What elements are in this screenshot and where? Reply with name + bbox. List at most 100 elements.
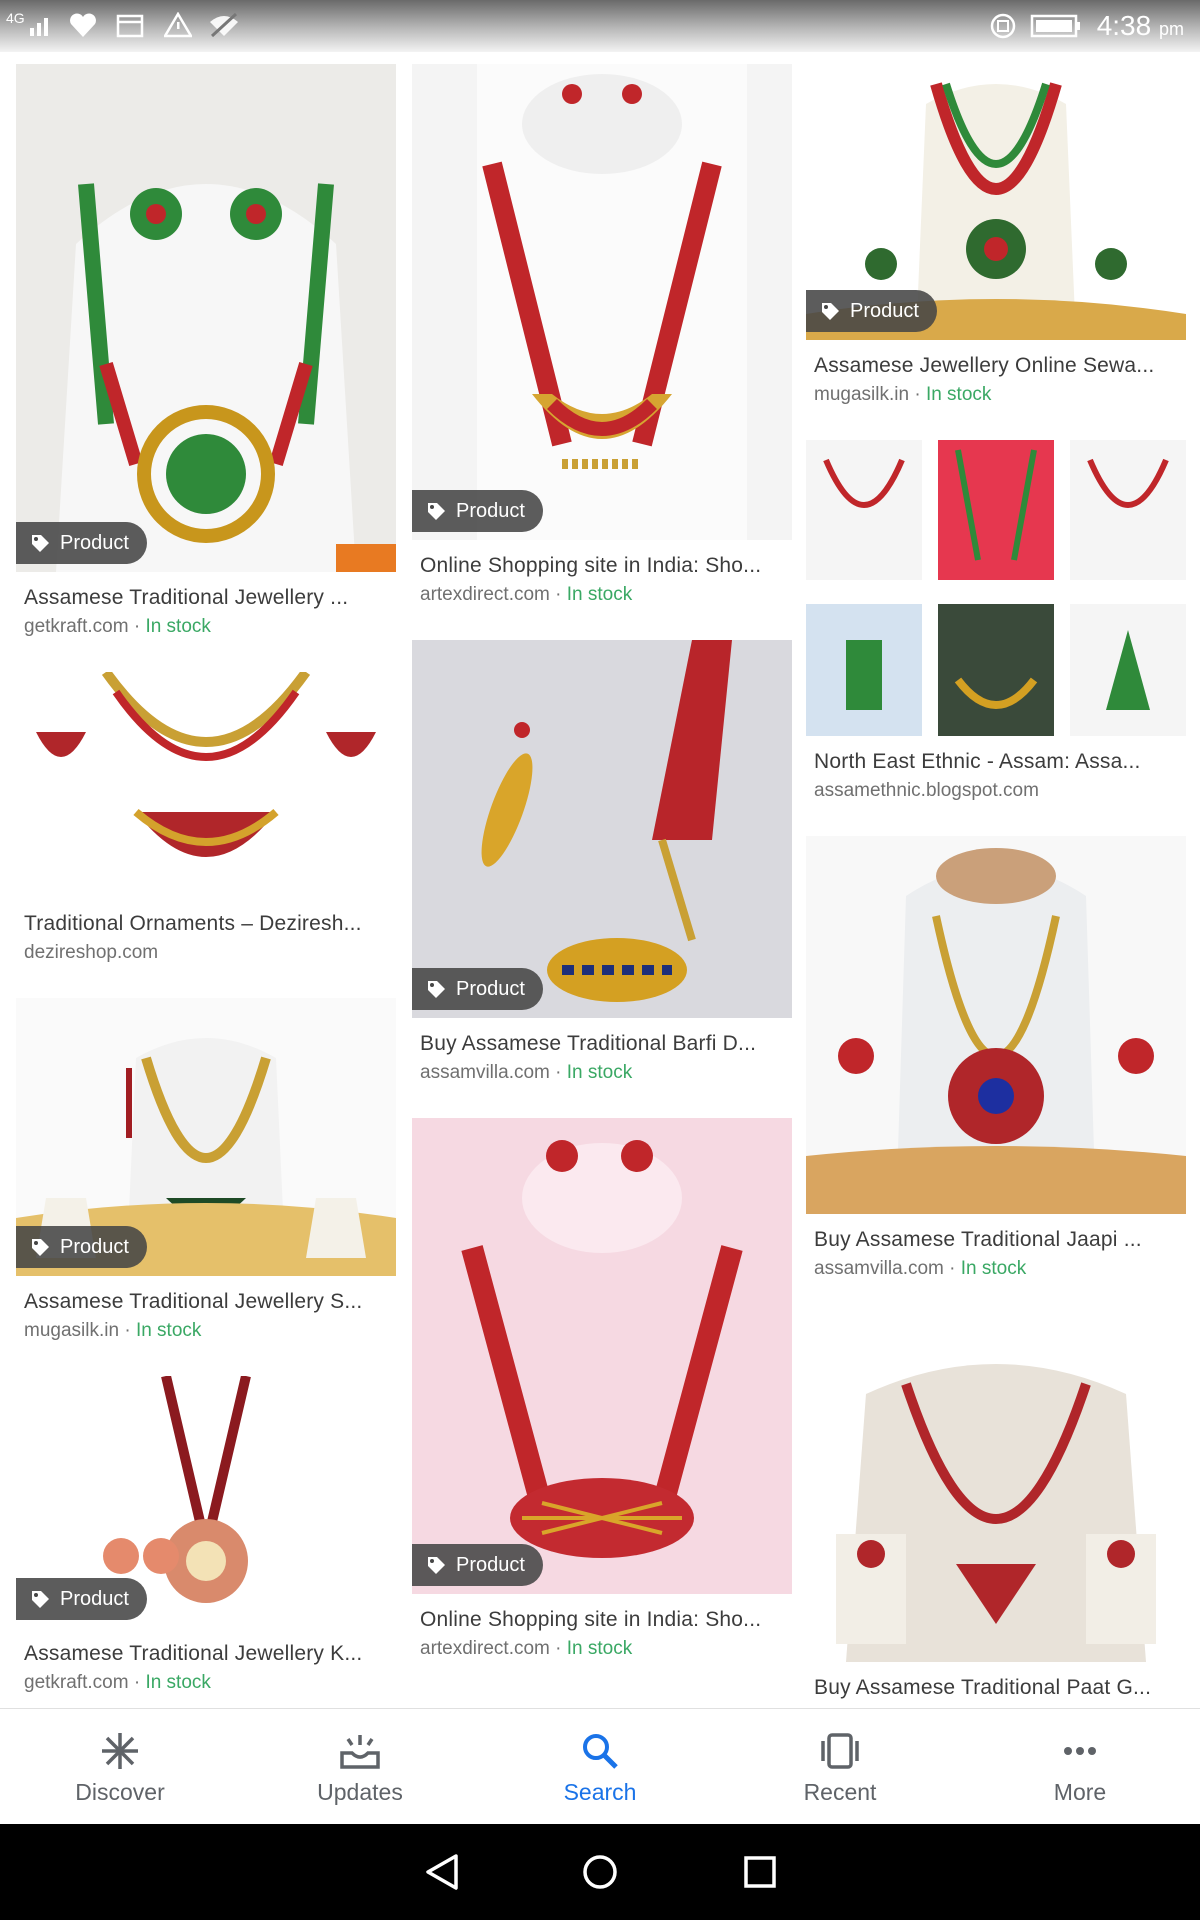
result-image[interactable] [806, 836, 1186, 1214]
result-title[interactable]: Traditional Ornaments – Deziresh... [24, 912, 388, 936]
result-title[interactable]: Assamese Traditional Jewellery S... [24, 1290, 388, 1314]
more-icon [1064, 1747, 1096, 1755]
result-title[interactable]: Buy Assamese Traditional Paat G... [814, 1676, 1178, 1700]
result-card[interactable]: Product Assamese Traditional Jewellery S… [16, 998, 396, 1342]
result-source: mugasilk.in [814, 384, 910, 405]
nav-recent[interactable]: Recent [720, 1709, 960, 1825]
result-meta: mugasilk.in · In stock [24, 1320, 202, 1341]
stock-status: In stock [135, 1320, 202, 1341]
product-badge: Product [806, 290, 937, 332]
home-icon[interactable] [578, 1850, 622, 1894]
back-icon[interactable] [420, 1850, 464, 1894]
calendar-icon [116, 14, 144, 38]
result-card[interactable]: North East Ethnic - Assam: Assa... assam… [806, 440, 1186, 802]
tag-icon [32, 535, 49, 552]
result-source: artexdirect.com [420, 584, 550, 605]
nav-label: Search [563, 1779, 637, 1805]
result-card[interactable]: Product Assamese Traditional Jewellery .… [16, 64, 396, 638]
result-source: assamethnic.blogspot.com [814, 780, 1039, 801]
result-source: getkraft.com [24, 1672, 129, 1693]
warning-icon [164, 12, 192, 38]
stock-status: In stock [145, 1672, 211, 1693]
results-column-1: Product Assamese Traditional Jewellery .… [16, 64, 396, 1708]
result-title[interactable]: Buy Assamese Traditional Jaapi ... [814, 1228, 1178, 1252]
product-badge: Product [16, 1226, 147, 1268]
result-meta: dezireshop.com [24, 942, 388, 964]
result-title[interactable]: Assamese Jewellery Online Sewa... [814, 354, 1178, 378]
result-title[interactable]: Assamese Traditional Jewellery ... [24, 586, 388, 610]
nav-more[interactable]: More [960, 1709, 1200, 1825]
result-image[interactable] [16, 672, 396, 898]
stock-status: In stock [145, 616, 211, 637]
result-source: assamvilla.com [814, 1258, 944, 1279]
result-title[interactable]: Online Shopping site in India: Sho... [420, 1608, 784, 1632]
system-navigation-bar [0, 1824, 1200, 1920]
sync-icon [990, 13, 1016, 39]
product-badge: Product [412, 490, 543, 532]
result-meta: getkraft.com · In stock [24, 616, 211, 637]
result-meta: artexdirect.com · In stock [420, 1638, 633, 1659]
nav-label: Recent [803, 1779, 877, 1805]
result-card[interactable]: Product Online Shopping site in India: S… [412, 1118, 792, 1660]
result-title[interactable]: North East Ethnic - Assam: Assa... [814, 750, 1178, 774]
result-card[interactable]: Product Assamese Traditional Jewellery K… [16, 1376, 396, 1694]
result-card[interactable]: Product Buy Assamese Traditional Barfi D… [412, 640, 792, 1084]
tag-icon [428, 981, 445, 998]
status-bar: 4G 4:38 pm [0, 0, 1200, 52]
product-badge: Product [16, 1578, 147, 1620]
result-image[interactable]: Product [806, 64, 1186, 340]
clock: 4:38 pm [1096, 10, 1184, 41]
updates-icon [340, 1735, 380, 1769]
asterisk-icon [102, 1733, 138, 1769]
result-meta: assamethnic.blogspot.com [814, 780, 1178, 802]
result-image[interactable]: Product [16, 64, 396, 572]
result-image[interactable]: Product [412, 1118, 792, 1594]
result-meta: getkraft.com · In stock [24, 1672, 211, 1693]
network-type: 4G [6, 10, 25, 26]
result-source: getkraft.com [24, 616, 129, 637]
nav-discover[interactable]: Discover [0, 1709, 240, 1825]
nav-search[interactable]: Search [480, 1709, 720, 1825]
signal-icon [30, 18, 48, 36]
nav-label: Discover [75, 1779, 165, 1805]
image-results-grid: Product Assamese Traditional Jewellery .… [0, 52, 1200, 1708]
result-image[interactable]: Product [16, 998, 396, 1276]
result-card[interactable]: Product Assamese Jewellery Online Sewa..… [806, 64, 1186, 406]
product-badge: Product [16, 522, 147, 564]
result-source: mugasilk.in [24, 1320, 120, 1341]
stock-status: In stock [566, 1062, 633, 1083]
result-meta: mugasilk.in · In stock [814, 384, 992, 405]
result-title[interactable]: Buy Assamese Traditional Barfi D... [420, 1032, 784, 1056]
result-title[interactable]: Assamese Traditional Jewellery K... [24, 1642, 388, 1666]
recent-icon [821, 1733, 859, 1769]
result-source: artexdirect.com [420, 1638, 550, 1659]
stock-status: In stock [566, 584, 633, 605]
result-title[interactable]: Online Shopping site in India: Sho... [420, 554, 784, 578]
tag-icon [428, 1557, 445, 1574]
result-image[interactable]: Product [412, 64, 792, 540]
result-image[interactable]: Product [16, 1376, 396, 1628]
results-column-2: Product Online Shopping site in India: S… [412, 64, 792, 1694]
result-card[interactable]: Traditional Ornaments – Deziresh... dezi… [16, 672, 396, 964]
tag-icon [428, 503, 445, 520]
result-meta: artexdirect.com · In stock [420, 584, 633, 605]
result-image[interactable]: Product [412, 640, 792, 1018]
product-badge: Product [412, 1544, 543, 1586]
result-card[interactable]: Product Online Shopping site in India: S… [412, 64, 792, 606]
result-source: dezireshop.com [24, 942, 159, 963]
nav-updates[interactable]: Updates [240, 1709, 480, 1825]
tag-icon [32, 1591, 49, 1608]
product-badge: Product [412, 968, 543, 1010]
result-image[interactable] [806, 1314, 1186, 1662]
tag-icon [32, 1239, 49, 1256]
result-card[interactable]: Buy Assamese Traditional Jaapi ... assam… [806, 836, 1186, 1280]
tag-icon [822, 303, 839, 320]
result-meta: assamvilla.com · In stock [420, 1062, 633, 1083]
result-card[interactable]: Buy Assamese Traditional Paat G... [806, 1314, 1186, 1700]
heart-icon [70, 13, 96, 37]
result-image[interactable] [806, 440, 1186, 736]
overview-icon[interactable] [738, 1850, 782, 1894]
nav-label: Updates [317, 1779, 403, 1805]
nav-label: More [1053, 1779, 1107, 1805]
stock-status: In stock [925, 384, 992, 405]
